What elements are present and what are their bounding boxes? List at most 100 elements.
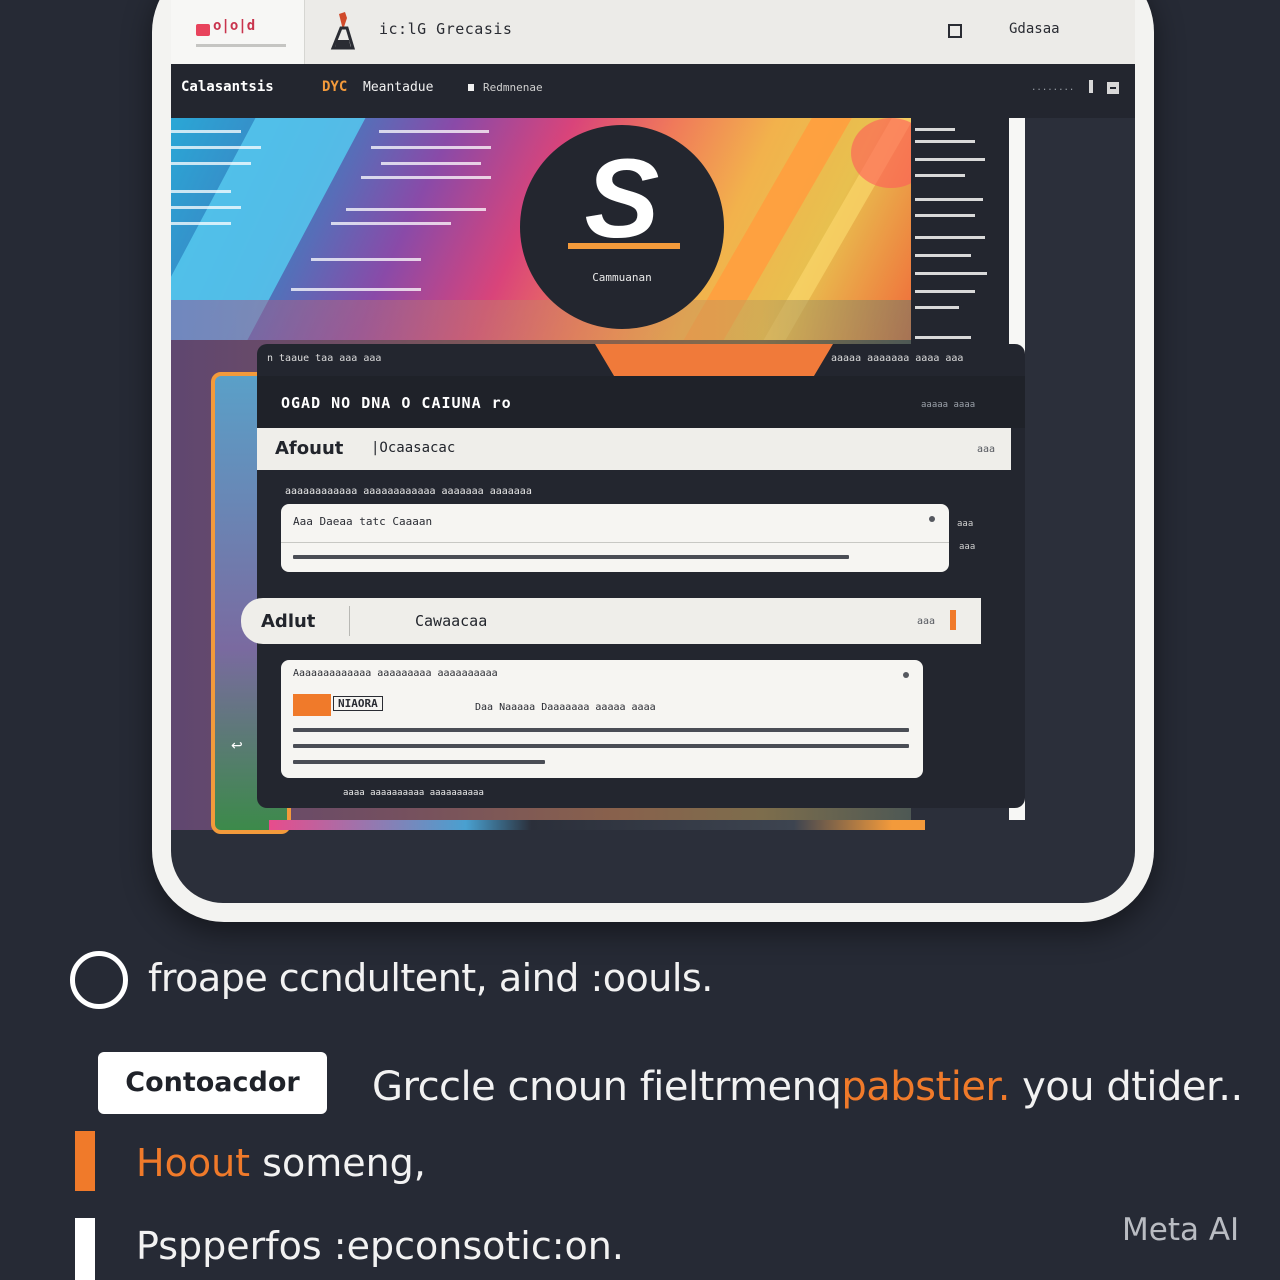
card-menu-icon[interactable]	[903, 672, 909, 678]
card-side-a: aaa	[957, 519, 974, 529]
sidebar-line[interactable]	[915, 140, 975, 143]
sidebar-line[interactable]	[915, 198, 983, 201]
hero-text-line	[361, 176, 491, 179]
sidebar-line[interactable]	[915, 336, 971, 339]
feature-line-2-rest: someng,	[250, 1141, 426, 1185]
sidebar-line[interactable]	[915, 158, 985, 161]
hero-text-line	[346, 208, 486, 211]
card-menu-icon[interactable]	[929, 516, 935, 522]
breadcrumb-separator	[468, 84, 474, 91]
sidebar-line[interactable]	[915, 214, 975, 217]
detail-card[interactable]: Aaaaaaaaaaaaa aaaaaaaaa aaaaaaaaaa NIAOR…	[281, 660, 923, 778]
hero-text-line	[379, 130, 489, 133]
card-text-line	[293, 728, 909, 732]
tab-divider	[349, 606, 350, 636]
right-sidebar	[911, 118, 1009, 346]
hero-text-line	[171, 222, 231, 225]
account-label[interactable]: Gdasaa	[1009, 21, 1060, 37]
tab-label: Afouut	[275, 438, 344, 459]
card-orange-tag	[293, 694, 331, 716]
sidebar-line[interactable]	[915, 272, 987, 275]
hero-text-line	[171, 190, 231, 193]
card-text-line	[293, 555, 849, 559]
tab-label: Adlut	[261, 611, 316, 632]
ring-icon	[70, 951, 128, 1009]
window-square-icon[interactable]	[948, 24, 962, 38]
sidebar-line[interactable]	[915, 306, 959, 309]
hero-text-line	[171, 162, 251, 165]
panel-footer: aaaa aaaaaaaaaa aaaaaaaaaa	[343, 788, 484, 798]
tab-marker	[950, 610, 956, 630]
card-title: Aaaaaaaaaaaaa aaaaaaaaa aaaaaaaaaa	[293, 668, 498, 679]
nav-bar: Calasantsis DYC Meantadue Redmnenae ....…	[171, 64, 1135, 118]
white-bullet-bar	[75, 1218, 95, 1280]
active-tab[interactable]: o|o|d	[171, 0, 305, 64]
hero-text-line	[171, 146, 261, 149]
hero-text-line	[291, 288, 421, 291]
feature-line-2: Hoout someng,	[136, 1141, 426, 1185]
minimize-icon[interactable]	[1107, 82, 1119, 94]
hero-text-line	[381, 162, 481, 165]
tab-sub-label: Cawaacaa	[415, 612, 488, 630]
card-mid-text: Daa Naaaaa Daaaaaaa aaaaa aaaa	[475, 702, 656, 713]
tab-sub-label: |Ocaasacac	[371, 440, 456, 456]
tab-about[interactable]: Afouut |Ocaasacac aaa	[257, 428, 1011, 470]
tab-adlut[interactable]: Adlut Cawaacaa aaa	[241, 598, 981, 644]
sidebar-line[interactable]	[915, 236, 985, 239]
bottom-strip	[269, 820, 925, 830]
handle-icon[interactable]: ↩	[231, 738, 243, 754]
nav-divider	[1089, 80, 1093, 93]
nav-title[interactable]: Calasantsis	[181, 79, 274, 95]
app-torch-icon	[330, 12, 356, 50]
feature-line-2-accent: Hoout	[136, 1141, 251, 1185]
panel-top-left: n taaue taa aaa aaa	[267, 353, 382, 364]
orange-bullet-bar	[75, 1131, 95, 1191]
card-text-line	[293, 744, 909, 748]
section-label: aaaaaaaaaaaa aaaaaaaaaaaa aaaaaaa aaaaaa…	[285, 486, 532, 497]
cta-desc-part-a: Grccle cnoun fieltrmenq	[372, 1064, 842, 1110]
breadcrumb[interactable]: Meantadue	[363, 80, 433, 95]
sidebar-line[interactable]	[915, 254, 971, 257]
logo-underline	[568, 243, 680, 249]
tab-right-label: aaa	[917, 616, 936, 627]
top-bar: o|o|d ic:lG Grecasis Gdasaa	[171, 0, 1135, 64]
watermark: Meta AI	[1122, 1212, 1240, 1248]
app-screen: o|o|d ic:lG Grecasis Gdasaa Calasantsis …	[171, 0, 1135, 903]
tab-label: o|o|d	[213, 18, 256, 34]
card-tag-label[interactable]: NIAORA	[333, 696, 383, 711]
breadcrumb-sub[interactable]: Redmnenae	[483, 81, 543, 94]
nav-highlight[interactable]: DYC	[322, 79, 347, 95]
card-title: Aaa Daeaa tatc Caaaan	[293, 515, 433, 528]
panel-title: OGAD NO DNA O CAIUNA ro	[281, 394, 512, 412]
nav-status-text: ........	[1031, 83, 1075, 93]
hero-text-line	[171, 206, 241, 209]
panel-top-right: aaaaa aaaaaaa aaaa aaa	[831, 353, 964, 364]
hero-text-line	[371, 146, 491, 149]
cta-desc-part-c: you dtider..	[1009, 1064, 1243, 1110]
logo-caption: Cammuanan	[592, 271, 652, 284]
card-text-line	[293, 760, 545, 764]
hero-text-line	[171, 130, 241, 133]
feature-line-1: froape ccndultent, aind :oouls.	[148, 956, 713, 1000]
app-title: ic:lG Grecasis	[379, 20, 513, 38]
cta-desc-accent: pabstier.	[841, 1064, 1010, 1110]
sidebar-line[interactable]	[915, 128, 955, 131]
logo-s-icon: S	[584, 136, 660, 261]
brand-logo: S Cammuanan	[520, 125, 724, 329]
panel-meta: aaaaa aaaa	[921, 400, 976, 410]
main-panel: n taaue taa aaa aaa aaaaa aaaaaaa aaaa a…	[241, 344, 1025, 808]
sidebar-line[interactable]	[915, 174, 965, 177]
card-divider	[281, 542, 949, 543]
sidebar-line[interactable]	[915, 290, 975, 293]
tab-right-label: aaa	[977, 444, 996, 455]
tab-favicon-icon	[196, 24, 210, 36]
feature-line-3: Pspperfos :epconsotic:on.	[136, 1224, 624, 1268]
cta-description: Grccle cnoun fieltrmenqpabstier. you dti…	[372, 1064, 1243, 1110]
card-side-b: aaa	[959, 542, 976, 552]
hero-text-line	[311, 258, 421, 261]
info-card[interactable]: Aaa Daeaa tatc Caaaan	[281, 504, 949, 572]
panel-accent-tab	[595, 344, 833, 376]
hero-text-line	[331, 222, 451, 225]
panel-header: OGAD NO DNA O CAIUNA ro aaaaa aaaa	[257, 376, 1025, 428]
contact-button[interactable]: Contoacdor	[98, 1052, 327, 1114]
